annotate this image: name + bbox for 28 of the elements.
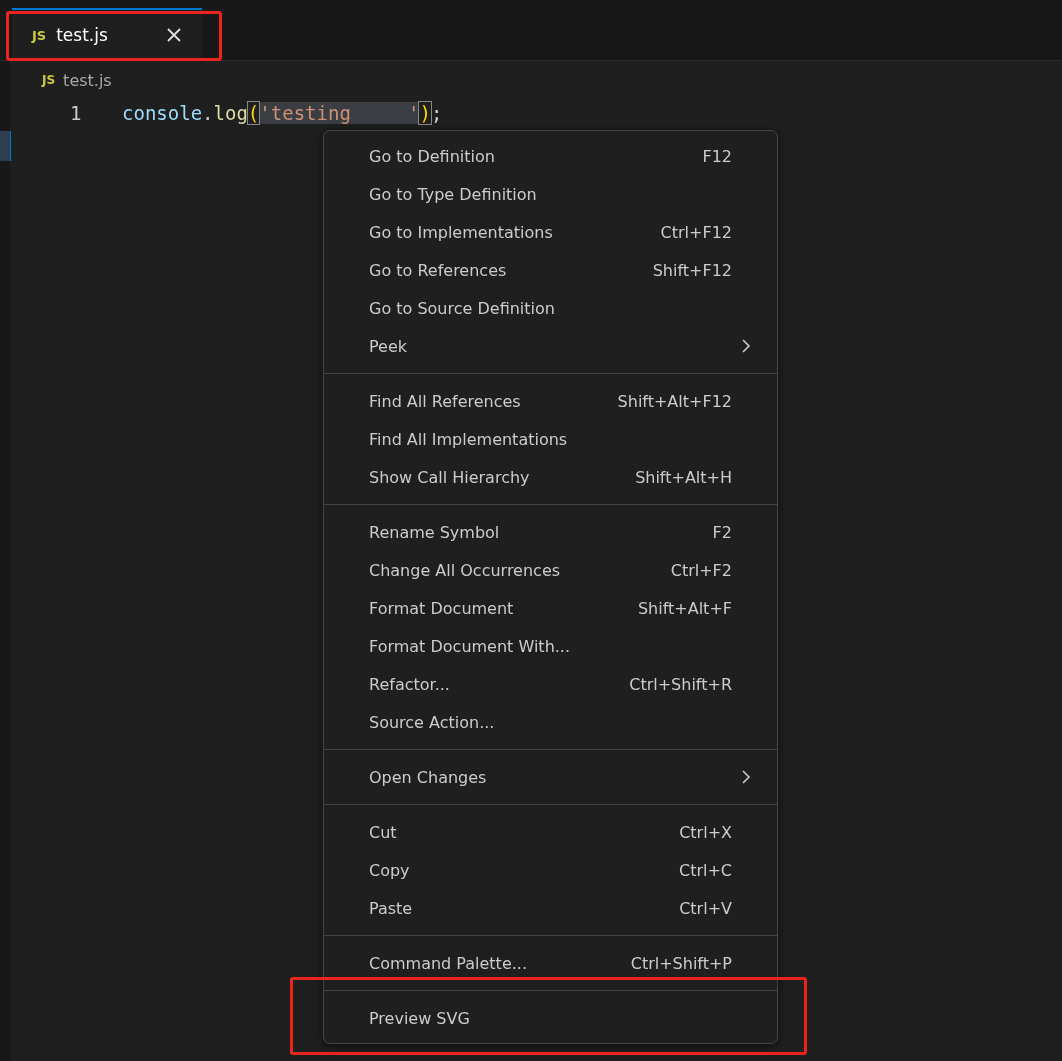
file-tab[interactable]: JS test.js <box>12 8 202 60</box>
menu-item[interactable]: Go to Definition F12 <box>324 137 777 175</box>
line-number: 1 <box>69 102 83 124</box>
menu-item[interactable]: Refactor... Ctrl+Shift+R <box>324 665 777 703</box>
menu-item[interactable]: Paste Ctrl+V <box>324 889 777 927</box>
menu-item[interactable]: Go to Source Definition <box>324 289 777 327</box>
menu-item[interactable]: Show Call Hierarchy Shift+Alt+H <box>324 458 777 496</box>
close-icon[interactable] <box>166 27 182 43</box>
menu-item[interactable]: Open Changes <box>324 758 777 796</box>
menu-item[interactable]: Rename Symbol F2 <box>324 513 777 551</box>
menu-item[interactable]: Find All References Shift+Alt+F12 <box>324 382 777 420</box>
menu-item[interactable]: Copy Ctrl+C <box>324 851 777 889</box>
menu-item[interactable]: Preview SVG <box>324 999 777 1037</box>
menu-item[interactable]: Find All Implementations <box>324 420 777 458</box>
menu-item[interactable]: Command Palette... Ctrl+Shift+P <box>324 944 777 982</box>
menu-item[interactable]: Format Document With... <box>324 627 777 665</box>
menu-item[interactable]: Format Document Shift+Alt+F <box>324 589 777 627</box>
breadcrumb-item[interactable]: test.js <box>63 70 112 90</box>
menu-item[interactable]: Go to Type Definition <box>324 175 777 213</box>
activity-indicator <box>0 131 11 161</box>
menu-item[interactable]: Go to Implementations Ctrl+F12 <box>324 213 777 251</box>
menu-item[interactable]: Change All Occurrences Ctrl+F2 <box>324 551 777 589</box>
javascript-file-icon: JS <box>32 27 47 43</box>
javascript-file-icon: JS <box>42 73 56 87</box>
menu-item[interactable]: Cut Ctrl+X <box>324 813 777 851</box>
menu-item[interactable]: Peek <box>324 327 777 365</box>
menu-item[interactable]: Go to References Shift+F12 <box>324 251 777 289</box>
menu-item[interactable]: Source Action... <box>324 703 777 741</box>
